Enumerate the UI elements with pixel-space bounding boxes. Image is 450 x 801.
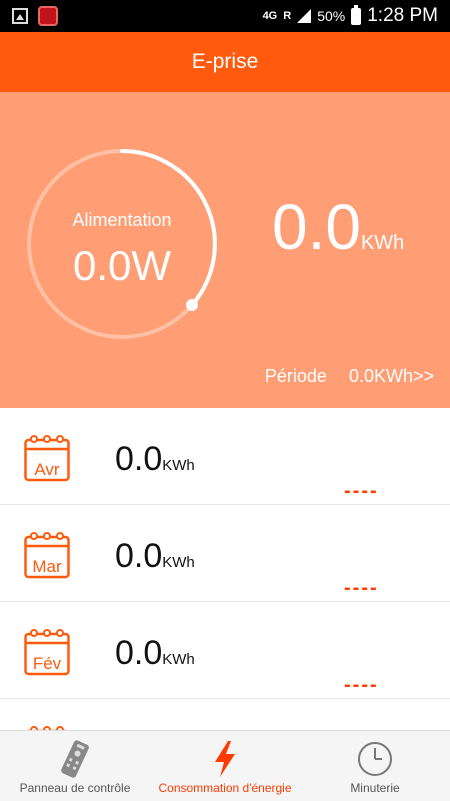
month-energy: 0.0KWh [115, 634, 195, 673]
month-label: Mar [32, 557, 62, 576]
gauge-value: 0.0W [72, 242, 172, 289]
lightning-icon [215, 741, 235, 777]
network-type: 4G [262, 9, 278, 22]
month-label: Fév [32, 654, 62, 673]
gauge-knob [186, 299, 198, 311]
clock-time: 1:28 PM [367, 5, 438, 26]
list-item[interactable]: Avr 0.0KWh ---- [0, 408, 450, 505]
month-energy-unit: KWh [162, 457, 195, 474]
clock-icon [358, 742, 392, 776]
list-item[interactable] [0, 699, 450, 730]
nav-label: Consommation d'énergie [158, 781, 292, 795]
app-notification-icon [38, 6, 58, 26]
roaming-indicator: R [283, 9, 292, 22]
month-energy: 0.0KWh [115, 440, 195, 479]
total-energy-value: 0.0 [272, 191, 361, 263]
app-header: E-prise [0, 32, 450, 92]
page-title: E-prise [191, 50, 259, 73]
energy-summary-panel: Alimentation 0.0W 0.0KWh Période 0.0KWh>> [0, 92, 450, 408]
trend-indicator: ---- [344, 577, 379, 599]
period-label: Période [264, 366, 327, 386]
nav-label: Panneau de contrôle [19, 781, 131, 795]
trend-indicator: ---- [344, 674, 379, 696]
status-bar: 4G R 50% 1:28 PM [0, 0, 450, 32]
list-item[interactable]: Fév 0.0KWh ---- [0, 602, 450, 699]
trend-indicator: ---- [344, 480, 379, 502]
nav-energy-consumption[interactable]: Consommation d'énergie [150, 731, 300, 801]
nav-control-panel[interactable]: Panneau de contrôle [0, 731, 150, 801]
battery-icon [351, 4, 362, 25]
month-energy-value: 0.0 [115, 537, 163, 575]
month-energy-unit: KWh [162, 554, 195, 571]
remote-control-icon [61, 740, 89, 778]
month-energy-unit: KWh [162, 651, 195, 668]
nav-timer[interactable]: Minuterie [300, 731, 450, 801]
battery-percent: 50% [317, 8, 346, 24]
period-link[interactable]: Période 0.0KWh>> [265, 366, 434, 387]
nav-label: Minuterie [350, 781, 400, 795]
bottom-navigation: Panneau de contrôle Consommation d'énerg… [0, 730, 450, 801]
total-energy: 0.0KWh [272, 190, 404, 264]
monthly-consumption-list[interactable]: Avr 0.0KWh ---- Mar 0.0KWh ---- Fév 0.0K… [0, 408, 450, 730]
period-value: 0.0KWh>> [348, 366, 434, 386]
total-energy-unit: KWh [360, 232, 405, 254]
month-energy-value: 0.0 [115, 634, 163, 672]
signal-icon [297, 9, 312, 23]
month-energy: 0.0KWh [115, 537, 195, 576]
list-item[interactable]: Mar 0.0KWh ---- [0, 505, 450, 602]
month-label: Avr [34, 460, 60, 479]
gallery-notification-icon [12, 8, 28, 24]
month-energy-value: 0.0 [115, 440, 163, 478]
gauge-label: Alimentation [72, 210, 172, 230]
